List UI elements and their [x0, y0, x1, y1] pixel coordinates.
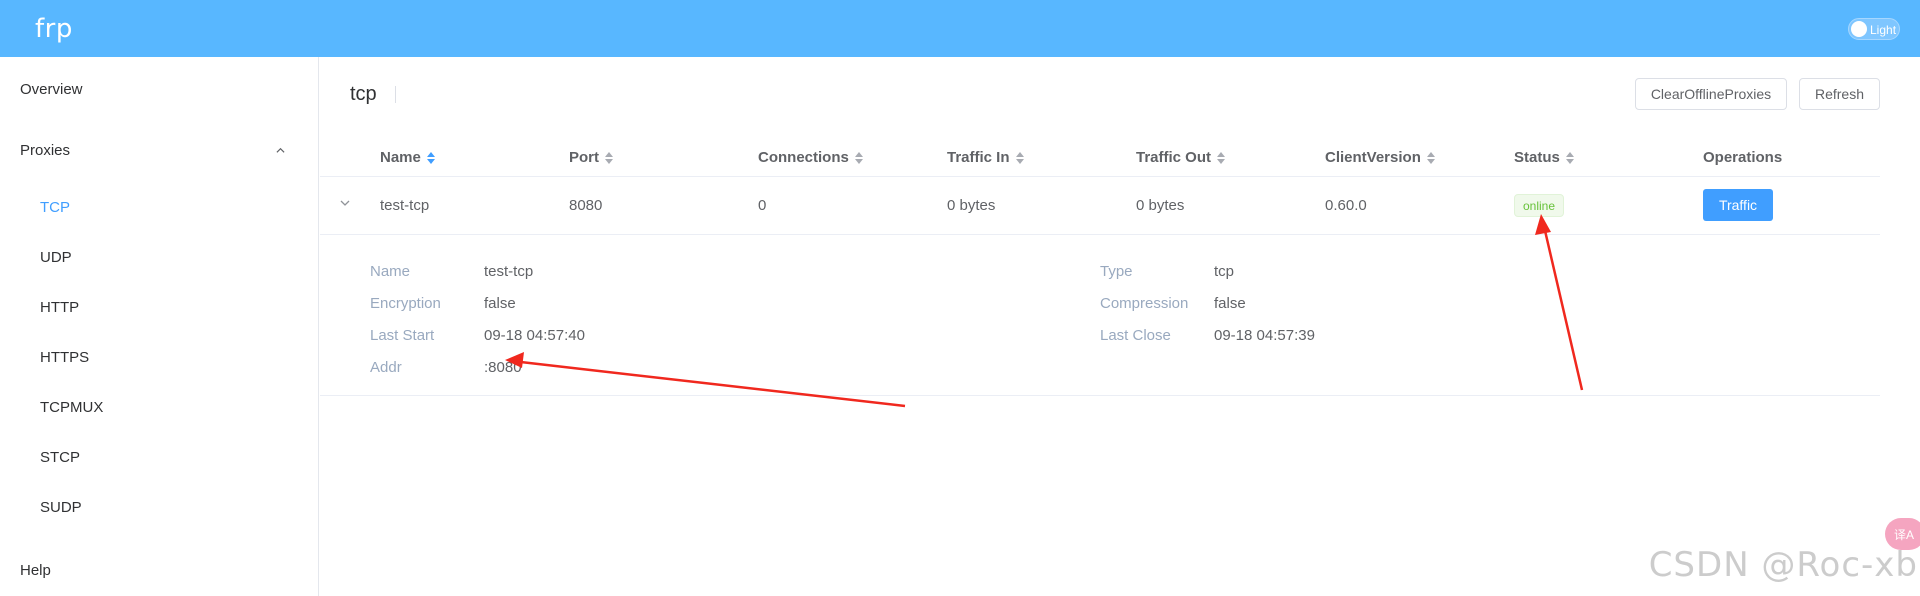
detail-value-compression: false [1214, 295, 1246, 312]
column-header-label: ClientVersion [1325, 149, 1421, 166]
column-header-label: Connections [758, 149, 849, 166]
chevron-up-icon[interactable] [276, 146, 285, 155]
detail-label-last-start: Last Start [370, 327, 435, 344]
chevron-down-icon[interactable] [340, 199, 350, 207]
column-header-client-version[interactable]: ClientVersion [1325, 149, 1435, 166]
column-header-port[interactable]: Port [569, 149, 613, 166]
sidebar-item-https[interactable]: HTTPS [40, 349, 89, 366]
sort-icon[interactable] [1426, 151, 1435, 164]
cell-name: test-tcp [380, 197, 430, 214]
column-header-operations: Operations [1703, 149, 1782, 166]
detail-value-type: tcp [1214, 263, 1235, 280]
sort-icon[interactable] [605, 151, 613, 164]
column-header-label: Status [1514, 149, 1560, 166]
cell-port: 8080 [569, 197, 603, 214]
cell-client-version: 0.60.0 [1325, 197, 1367, 214]
sidebar-item-tcp[interactable]: TCP [40, 199, 70, 216]
table-row: test-tcp 8080 0 0 bytes 0 bytes 0.60.0 o… [320, 177, 1880, 235]
page-title: tcp [350, 83, 377, 105]
sidebar-item-overview[interactable]: Overview [20, 81, 83, 98]
column-header-label: Traffic In [947, 149, 1010, 166]
cell-traffic-in: 0 bytes [947, 197, 996, 214]
sidebar-item-udp[interactable]: UDP [40, 249, 72, 266]
detail-label-type: Type [1100, 263, 1133, 280]
column-header-label: Name [380, 149, 421, 166]
title-divider [395, 86, 396, 103]
column-header-traffic-out[interactable]: Traffic Out [1136, 149, 1226, 166]
sidebar-item-http[interactable]: HTTP [40, 299, 79, 316]
brand-logo[interactable]: frp [0, 14, 73, 44]
detail-value-encryption: false [484, 295, 516, 312]
column-header-label: Port [569, 149, 599, 166]
detail-label-last-close: Last Close [1100, 327, 1171, 344]
proxy-details-panel: Name test-tcp Type tcp Encryption false … [320, 235, 1880, 396]
detail-label-name: Name [370, 263, 411, 280]
column-header-label: Operations [1703, 149, 1783, 166]
detail-label-compression: Compression [1100, 295, 1189, 312]
sidebar-item-tcpmux[interactable]: TCPMUX [40, 399, 103, 416]
detail-label-encryption: Encryption [370, 295, 441, 312]
cell-traffic-out: 0 bytes [1136, 197, 1185, 214]
main-content: tcp ClearOfflineProxies Refresh Name Por… [320, 57, 1920, 596]
watermark: CSDN @Roc-xb [1648, 545, 1918, 585]
detail-value-last-start: 09-18 04:57:40 [484, 327, 585, 344]
toggle-knob [1851, 20, 1867, 37]
column-header-traffic-in[interactable]: Traffic In [947, 149, 1024, 166]
theme-toggle-label: Light [1870, 22, 1897, 37]
detail-value-name: test-tcp [484, 263, 534, 280]
sidebar-item-proxies-label: Proxies [20, 142, 71, 159]
status-badge: online [1514, 194, 1565, 217]
sidebar-item-proxies[interactable]: Proxies [20, 142, 290, 159]
column-header-name[interactable]: Name [380, 149, 435, 166]
sort-icon[interactable] [1217, 151, 1226, 164]
cell-connections: 0 [758, 197, 767, 214]
column-header-label: Traffic Out [1136, 149, 1212, 166]
detail-value-addr: :8080 [484, 359, 522, 376]
sidebar-item-sudp[interactable]: SUDP [40, 499, 82, 516]
table-header: Name Port Connections Traffic In Traffic… [320, 137, 1880, 177]
sidebar-item-stcp[interactable]: STCP [40, 449, 80, 466]
clear-offline-proxies-button[interactable]: ClearOfflineProxies [1635, 78, 1787, 110]
top-header: frp Light [0, 0, 1920, 57]
sort-icon[interactable] [1015, 151, 1024, 164]
detail-value-last-close: 09-18 04:57:39 [1214, 327, 1315, 344]
column-header-status[interactable]: Status [1514, 149, 1574, 166]
detail-label-addr: Addr [370, 359, 402, 376]
sort-icon[interactable] [1565, 151, 1574, 164]
sidebar: Overview Proxies TCP UDP HTTP HTTPS TCPM… [0, 57, 319, 596]
traffic-button[interactable]: Traffic [1703, 189, 1773, 221]
sort-icon[interactable] [426, 151, 435, 164]
refresh-button[interactable]: Refresh [1799, 78, 1880, 110]
sort-icon[interactable] [854, 151, 863, 164]
sidebar-item-help[interactable]: Help [20, 562, 51, 579]
column-header-connections[interactable]: Connections [758, 149, 863, 166]
theme-toggle-switch[interactable]: Light [1848, 17, 1900, 40]
